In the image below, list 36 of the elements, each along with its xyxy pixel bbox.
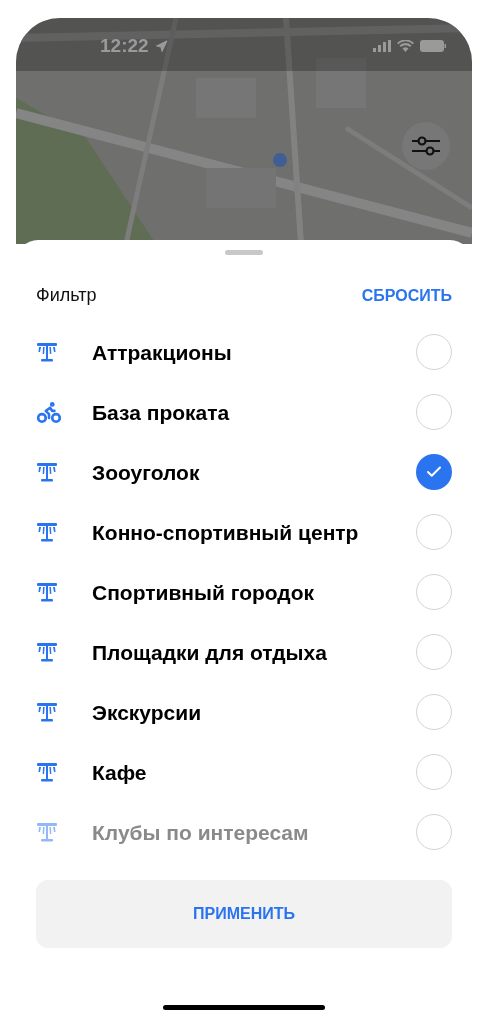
filter-option-label: Экскурсии	[92, 699, 203, 725]
carousel-icon	[36, 701, 58, 723]
filter-option-label: Зооуголок	[92, 459, 201, 485]
reset-link[interactable]: СБРОСИТЬ	[361, 286, 452, 305]
sheet-title: Фильтр	[36, 285, 97, 306]
filter-option-label: Кафе	[92, 759, 148, 785]
battery-icon	[420, 40, 446, 52]
option-checkbox[interactable]	[416, 754, 452, 790]
location-icon	[154, 39, 168, 53]
filter-option-label: Аттракционы	[92, 339, 233, 365]
option-checkbox[interactable]	[416, 394, 452, 430]
option-checkbox[interactable]	[416, 454, 452, 490]
filter-option-label: Площадки для отдыха	[92, 639, 328, 665]
carousel-icon	[36, 521, 58, 543]
carousel-icon	[36, 581, 58, 603]
option-checkbox[interactable]	[416, 634, 452, 670]
status-time: 12:22	[100, 35, 149, 57]
apply-button[interactable]: ПРИМЕНИТЬ	[36, 880, 452, 948]
sliders-icon	[412, 135, 440, 157]
option-checkbox[interactable]	[416, 334, 452, 370]
option-checkbox[interactable]	[416, 694, 452, 730]
carousel-icon	[36, 461, 58, 483]
carousel-icon	[36, 641, 58, 663]
bicycle-icon	[36, 399, 62, 425]
filter-option-label: Конно-спортивный центр	[92, 519, 360, 545]
signal-icon	[373, 40, 391, 52]
sheet-grabber[interactable]	[225, 250, 263, 255]
carousel-icon	[36, 761, 58, 783]
carousel-icon	[36, 341, 58, 363]
option-checkbox[interactable]	[416, 574, 452, 610]
option-checkbox[interactable]	[416, 514, 452, 550]
filter-option-label: Клубы по интересам	[92, 819, 310, 845]
wifi-icon	[397, 40, 414, 52]
carousel-icon	[36, 821, 58, 843]
filter-option-label: Спортивный городок	[92, 579, 316, 605]
filter-option-label: База проката	[92, 399, 231, 425]
